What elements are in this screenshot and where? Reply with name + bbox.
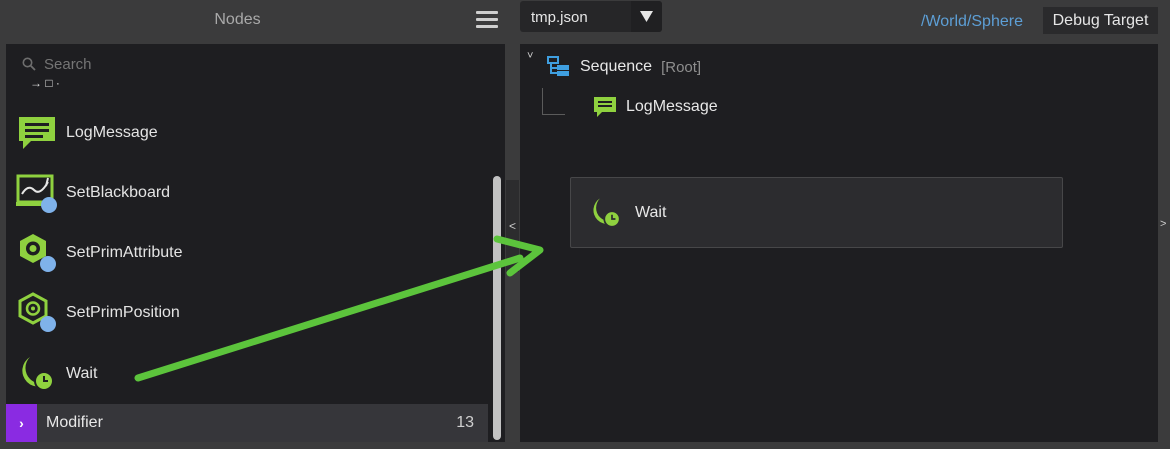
partial-node-item[interactable]: → □ ·	[30, 76, 60, 90]
wait-moon-clock-icon	[22, 357, 54, 391]
blackboard-chart-icon	[16, 174, 57, 213]
debug-target-button[interactable]: Debug Target	[1043, 7, 1158, 34]
root-tag: [Root]	[661, 58, 702, 76]
dropdown-caret-icon[interactable]	[631, 1, 662, 32]
collapse-left-icon[interactable]: <	[509, 219, 516, 233]
tree-node-name: LogMessage	[626, 98, 718, 115]
tree-connector-line	[542, 88, 565, 115]
node-item-logmessage[interactable]: LogMessage	[6, 104, 492, 162]
category-label: Modifier	[46, 414, 103, 431]
nodes-panel-title: Nodes	[214, 11, 261, 28]
dragged-node-wait[interactable]: Wait	[570, 177, 1063, 248]
behavior-tree-panel: ˅ Sequence [Root] LogMessage Wait	[520, 44, 1158, 442]
node-label: Wait	[66, 365, 98, 382]
file-dropdown[interactable]: tmp.json	[520, 1, 662, 32]
node-item-setprimposition[interactable]: SetPrimPosition	[6, 284, 492, 342]
search-bar[interactable]	[22, 54, 244, 74]
sequence-icon	[547, 56, 569, 76]
message-icon	[594, 97, 616, 117]
scrollbar-thumb[interactable]	[493, 176, 501, 440]
node-item-wait[interactable]: Wait	[6, 345, 492, 403]
wait-moon-clock-icon	[593, 198, 621, 228]
message-icon	[19, 117, 55, 149]
expand-right-icon[interactable]: >	[1160, 218, 1166, 230]
node-label: SetBlackboard	[66, 184, 171, 201]
prim-path-link[interactable]: /World/Sphere	[921, 13, 1023, 31]
nodes-list-panel: → □ · LogMessage SetBlackboard SetPrim	[6, 44, 505, 442]
tree-collapse-icon[interactable]: ˅	[527, 50, 533, 62]
panel-splitter-handle[interactable]: <	[506, 180, 519, 272]
nodes-panel-header: Nodes	[0, 0, 506, 42]
search-input[interactable]	[44, 55, 244, 73]
node-label: SetPrimAttribute	[66, 244, 183, 261]
category-count: 13	[456, 414, 474, 431]
tree-node-logmessage[interactable]: LogMessage	[592, 94, 718, 120]
node-label: SetPrimPosition	[66, 304, 180, 321]
file-name: tmp.json	[531, 9, 588, 26]
prim-position-target-icon	[18, 292, 56, 332]
node-label: LogMessage	[66, 124, 158, 141]
chevron-right-icon[interactable]: ›	[6, 404, 37, 442]
prim-attribute-gear-icon	[20, 234, 56, 272]
tree-node-name: Sequence	[580, 58, 653, 75]
search-icon	[22, 57, 36, 71]
tree-node-sequence[interactable]: Sequence [Root]	[546, 56, 701, 78]
hamburger-menu-icon[interactable]	[476, 11, 498, 29]
dragged-node-label: Wait	[635, 204, 667, 221]
node-item-setprimattribute[interactable]: SetPrimAttribute	[6, 224, 492, 282]
category-row-modifier[interactable]: › Modifier 13	[6, 404, 488, 442]
node-item-setblackboard[interactable]: SetBlackboard	[6, 164, 492, 222]
